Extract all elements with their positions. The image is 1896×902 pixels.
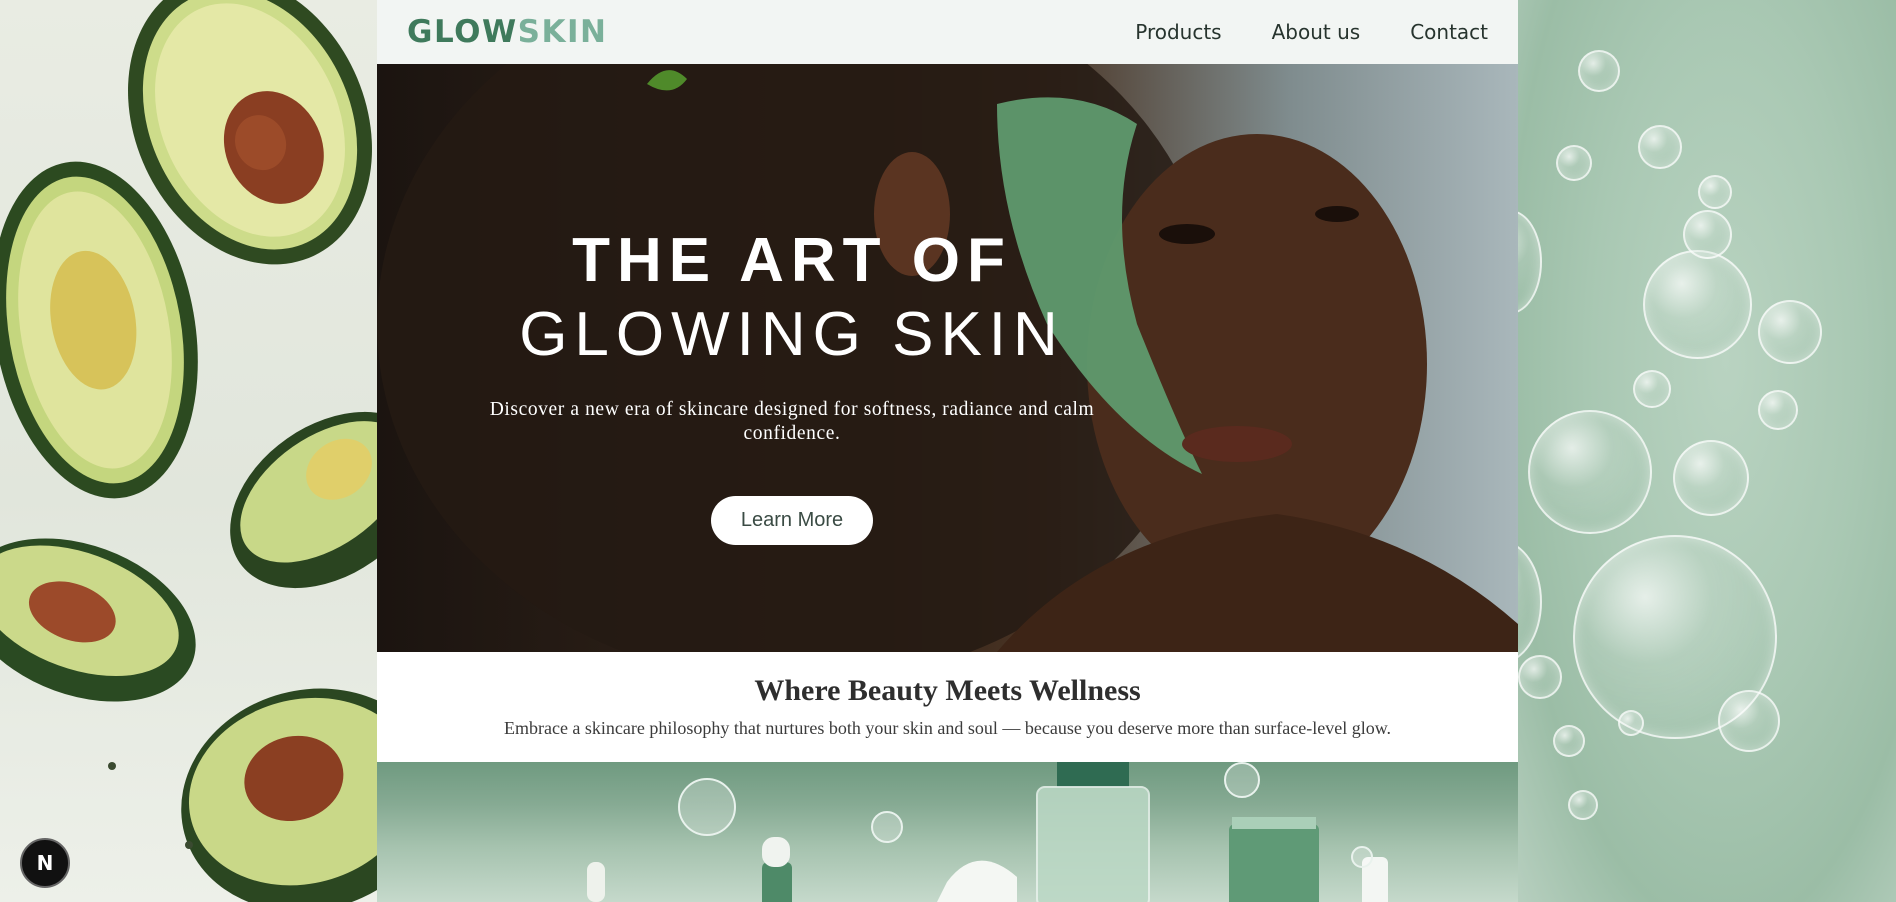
left-background-avocados	[0, 0, 377, 902]
intro-heading: Where Beauty Meets Wellness	[754, 674, 1141, 707]
right-background-bubbles	[1518, 0, 1896, 902]
nav-link-contact[interactable]: Contact	[1410, 20, 1488, 44]
intro-section: Where Beauty Meets Wellness Embrace a sk…	[377, 652, 1518, 762]
bubble-decoration	[1633, 370, 1671, 408]
bubble-decoration	[1698, 175, 1732, 209]
bubble-decoration	[1758, 390, 1798, 430]
hero-subtitle: Discover a new era of skincare designed …	[489, 399, 1095, 444]
top-navigation: GLOWSKIN Products About us Contact	[377, 0, 1518, 64]
logo-part-glow: GLOW	[407, 14, 518, 50]
bubble-decoration	[1643, 250, 1752, 359]
brand-logo[interactable]: GLOWSKIN	[407, 14, 607, 50]
bubble-decoration	[1673, 440, 1749, 516]
nav-link-products[interactable]: Products	[1135, 20, 1221, 44]
intro-text: Embrace a skincare philosophy that nurtu…	[503, 718, 1392, 738]
bubble-decoration	[1518, 655, 1562, 699]
hero-title-line-2: GLOWING SKIN	[519, 300, 1065, 369]
nav-links: Products About us Contact	[1135, 20, 1488, 44]
bubble-decoration	[1556, 145, 1592, 181]
bubble-decoration	[1718, 690, 1780, 752]
bubble-decoration	[1758, 300, 1822, 364]
bubble-decoration	[1683, 210, 1732, 259]
hero-title-line-1: THE ART OF	[572, 226, 1012, 295]
bubble-decoration	[1618, 710, 1644, 736]
bubble-decoration	[1528, 410, 1652, 534]
hero-section: THE ART OF GLOWING SKIN Discover a new e…	[377, 64, 1518, 652]
bubble-decoration	[1518, 540, 1542, 664]
main-content: GLOWSKIN Products About us Contact THE A…	[377, 0, 1518, 902]
learn-more-button[interactable]: Learn More	[710, 496, 874, 545]
avocado-illustration	[0, 0, 377, 902]
hero-content: THE ART OF GLOWING SKIN Discover a new e…	[457, 224, 1127, 545]
bubble-decoration	[1568, 790, 1598, 820]
bubble-decoration	[1553, 725, 1585, 757]
products-banner	[377, 762, 1518, 902]
logo-part-skin: SKIN	[517, 14, 608, 50]
nav-link-about-us[interactable]: About us	[1272, 20, 1361, 44]
bubble-decoration	[1518, 210, 1542, 314]
dev-tools-badge[interactable]: N	[20, 838, 70, 888]
hero-title: THE ART OF GLOWING SKIN	[457, 224, 1127, 372]
products-banner-image	[587, 762, 1388, 902]
bubble-decoration	[1638, 125, 1682, 169]
bubble-decoration	[1578, 50, 1620, 92]
